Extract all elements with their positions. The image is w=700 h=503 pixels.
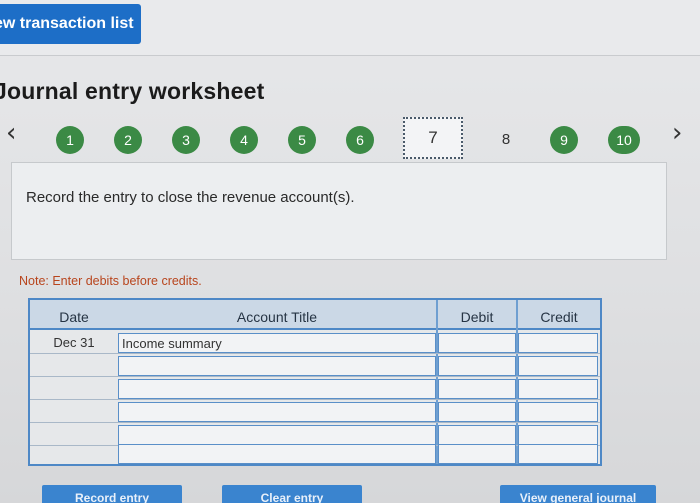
account-title-input[interactable] — [118, 356, 436, 376]
record-entry-button[interactable]: Record entry — [42, 485, 182, 503]
step-3[interactable]: 3 — [172, 126, 200, 154]
table-row — [30, 378, 600, 400]
step-10[interactable]: 10 — [608, 126, 640, 154]
view-general-journal-button[interactable]: View general journal — [500, 485, 656, 503]
date-cell — [30, 355, 118, 377]
table-row — [30, 401, 600, 423]
credit-input[interactable] — [518, 425, 598, 445]
step-4[interactable]: 4 — [230, 126, 258, 154]
account-title-input[interactable] — [118, 425, 436, 445]
account-title-input[interactable] — [118, 379, 436, 399]
account-title-input[interactable] — [118, 444, 436, 464]
debit-input[interactable] — [438, 333, 516, 353]
col-credit-header: Credit — [540, 309, 578, 325]
step-8[interactable]: 8 — [492, 126, 520, 154]
journal-table: Date Account Title Debit Credit Dec 31 — [28, 298, 602, 466]
credit-input[interactable] — [518, 444, 598, 464]
step-7-current[interactable]: 7 — [403, 117, 463, 159]
date-cell: Dec 31 — [53, 335, 95, 350]
step-5[interactable]: 5 — [288, 126, 316, 154]
credit-input[interactable] — [518, 356, 598, 376]
date-cell — [30, 443, 118, 465]
chevron-right-icon[interactable]: › — [672, 120, 682, 146]
credit-input[interactable] — [518, 379, 598, 399]
prompt-panel: Record the entry to close the revenue ac… — [11, 162, 667, 260]
journal-header: Date Account Title Debit Credit — [30, 300, 600, 330]
clear-entry-button[interactable]: Clear entry — [222, 485, 362, 503]
debit-input[interactable] — [438, 379, 516, 399]
date-cell — [30, 401, 118, 423]
date-cell — [30, 378, 118, 400]
debit-input[interactable] — [438, 356, 516, 376]
col-date-header: Date — [59, 309, 89, 325]
table-row: Dec 31 — [30, 332, 600, 354]
page-title: Journal entry worksheet — [0, 78, 265, 104]
credit-input[interactable] — [518, 333, 598, 353]
step-9[interactable]: 9 — [550, 126, 578, 154]
col-account-header: Account Title — [236, 309, 318, 325]
view-transaction-list-button[interactable]: ew transaction list — [0, 4, 141, 44]
table-row — [30, 355, 600, 377]
account-title-input[interactable] — [118, 333, 436, 353]
prompt-text: Record the entry to close the revenue ac… — [26, 189, 355, 206]
credit-input[interactable] — [518, 402, 598, 422]
account-title-input[interactable] — [118, 402, 436, 422]
col-debit-header: Debit — [460, 309, 494, 325]
table-row — [30, 443, 600, 465]
step-2[interactable]: 2 — [114, 126, 142, 154]
debit-input[interactable] — [438, 402, 516, 422]
chevron-left-icon[interactable]: ‹ — [6, 120, 16, 146]
debit-input[interactable] — [438, 425, 516, 445]
step-1[interactable]: 1 — [56, 126, 84, 154]
step-6[interactable]: 6 — [346, 126, 374, 154]
debit-input[interactable] — [438, 444, 516, 464]
instruction-note: Note: Enter debits before credits. — [19, 274, 202, 288]
